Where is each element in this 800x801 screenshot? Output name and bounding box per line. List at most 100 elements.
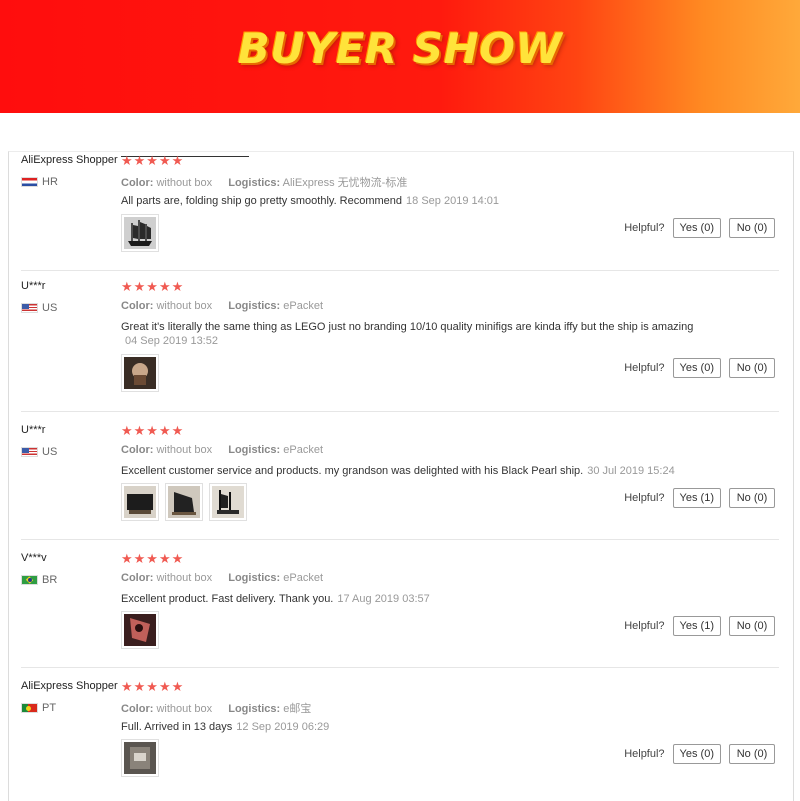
flag-br-icon <box>21 575 38 585</box>
review-body: Full. Arrived in 13 days <box>121 721 233 733</box>
review-item: AliExpress Shopper HR ★★★★★ Color: witho… <box>9 154 793 271</box>
flag-us-icon <box>21 447 38 457</box>
helpful-yes-button[interactable]: Yes (1) <box>672 616 721 636</box>
review-date: 12 Sep 2019 06:29 <box>236 721 330 733</box>
review-item: V***v BR ★★★★★ Color: without box Logist… <box>9 552 793 668</box>
helpful-controls: Helpful? Yes (0) No (0) <box>624 744 775 764</box>
reviewer-name: U***r <box>21 424 46 436</box>
review-photos <box>121 354 159 392</box>
country-code: US <box>42 302 58 314</box>
helpful-no-button[interactable]: No (0) <box>729 218 775 238</box>
review-divider <box>21 539 779 540</box>
logistics-label: Logistics: <box>228 703 281 715</box>
helpful-controls: Helpful? Yes (1) No (0) <box>624 488 775 508</box>
review-photo-thumbnail[interactable] <box>121 354 159 392</box>
product-photo-icon <box>124 614 156 646</box>
review-meta: Color: without box Logistics: e邮宝 <box>121 700 311 716</box>
helpful-yes-button[interactable]: Yes (1) <box>672 488 721 508</box>
review-meta: Color: without box Logistics: ePacket <box>121 444 323 456</box>
country-code: US <box>42 446 58 458</box>
reviewer-name: AliExpress Shopper <box>21 154 118 166</box>
buyer-show-banner: BUYER SHOW <box>0 0 800 113</box>
review-item: AliExpress Shopper PT ★★★★★ Color: witho… <box>9 680 793 801</box>
ship-photo-icon <box>212 486 244 518</box>
helpful-yes-button[interactable]: Yes (0) <box>672 218 721 238</box>
logistics-value: AliExpress 无忧物流-标准 <box>282 177 408 189</box>
color-value: without box <box>156 703 213 715</box>
review-body: Excellent product. Fast delivery. Thank … <box>121 593 334 605</box>
review-photos <box>121 739 159 777</box>
review-divider <box>21 270 779 271</box>
color-value: without box <box>156 177 213 189</box>
review-meta: Color: without box Logistics: ePacket <box>121 300 323 312</box>
helpful-label: Helpful? <box>624 620 665 632</box>
star-rating: ★★★★★ <box>121 423 185 438</box>
country-code: PT <box>42 702 57 714</box>
review-photo-thumbnail[interactable] <box>165 483 203 521</box>
review-photo-thumbnail[interactable] <box>121 611 159 649</box>
review-photo-thumbnail[interactable] <box>209 483 247 521</box>
review-photo-thumbnail[interactable] <box>121 739 159 777</box>
helpful-no-button[interactable]: No (0) <box>729 744 775 764</box>
helpful-yes-button[interactable]: Yes (0) <box>672 744 721 764</box>
ship-photo-icon <box>124 217 156 249</box>
review-date: 30 Jul 2019 15:24 <box>587 465 675 477</box>
logistics-value: ePacket <box>283 444 323 456</box>
review-photos <box>121 483 247 521</box>
review-list: AliExpress Shopper HR ★★★★★ Color: witho… <box>8 151 794 801</box>
helpful-label: Helpful? <box>624 492 665 504</box>
helpful-label: Helpful? <box>624 362 665 374</box>
country-code: BR <box>42 574 58 586</box>
review-photo-thumbnail[interactable] <box>121 214 159 252</box>
flag-hr-icon <box>21 177 38 187</box>
review-text: Excellent customer service and products.… <box>121 464 721 478</box>
review-date: 17 Aug 2019 03:57 <box>337 593 430 605</box>
color-label: Color: <box>121 444 154 456</box>
helpful-label: Helpful? <box>624 222 665 234</box>
banner-title: BUYER SHOW <box>237 24 563 73</box>
review-text: Excellent product. Fast delivery. Thank … <box>121 592 721 606</box>
helpful-no-button[interactable]: No (0) <box>729 488 775 508</box>
logistics-label: Logistics: <box>228 300 281 312</box>
color-label: Color: <box>121 572 154 584</box>
review-item: U***r US ★★★★★ Color: without box Logist… <box>9 424 793 540</box>
helpful-controls: Helpful? Yes (0) No (0) <box>624 218 775 238</box>
reviewer-country: PT <box>21 702 56 714</box>
helpful-label: Helpful? <box>624 748 665 760</box>
star-rating: ★★★★★ <box>121 679 185 694</box>
star-rating: ★★★★★ <box>121 153 185 168</box>
review-body: All parts are, folding ship go pretty sm… <box>121 195 403 207</box>
review-item: U***r US ★★★★★ Color: without box Logist… <box>9 280 793 412</box>
helpful-yes-button[interactable]: Yes (0) <box>672 358 721 378</box>
color-label: Color: <box>121 300 154 312</box>
review-date: 18 Sep 2019 14:01 <box>406 195 500 207</box>
ship-photo-icon <box>168 486 200 518</box>
helpful-no-button[interactable]: No (0) <box>729 616 775 636</box>
color-value: without box <box>156 444 213 456</box>
review-photo-thumbnail[interactable] <box>121 483 159 521</box>
reviewer-country: BR <box>21 574 57 586</box>
logistics-value: ePacket <box>283 572 323 584</box>
flag-us-icon <box>21 303 38 313</box>
review-meta: Color: without box Logistics: ePacket <box>121 572 323 584</box>
review-body: Excellent customer service and products.… <box>121 465 584 477</box>
color-value: without box <box>156 300 213 312</box>
star-rating: ★★★★★ <box>121 279 185 294</box>
banner-spacer <box>0 113 800 151</box>
helpful-controls: Helpful? Yes (1) No (0) <box>624 616 775 636</box>
ship-photo-icon <box>124 357 156 389</box>
logistics-label: Logistics: <box>228 177 281 189</box>
review-photos <box>121 214 159 252</box>
helpful-no-button[interactable]: No (0) <box>729 358 775 378</box>
reviewer-name: AliExpress Shopper <box>21 680 118 692</box>
review-date: 04 Sep 2019 13:52 <box>125 335 218 347</box>
helpful-controls: Helpful? Yes (0) No (0) <box>624 358 775 378</box>
review-divider <box>21 667 779 668</box>
review-text: Great it's literally the same thing as L… <box>121 320 741 348</box>
review-text: All parts are, folding ship go pretty sm… <box>121 194 721 208</box>
color-value: without box <box>156 572 213 584</box>
review-meta: Color: without box Logistics: AliExpress… <box>121 174 407 190</box>
reviewer-country: US <box>21 302 57 314</box>
review-body: Great it's literally the same thing as L… <box>121 321 694 333</box>
ship-photo-icon <box>124 486 156 518</box>
